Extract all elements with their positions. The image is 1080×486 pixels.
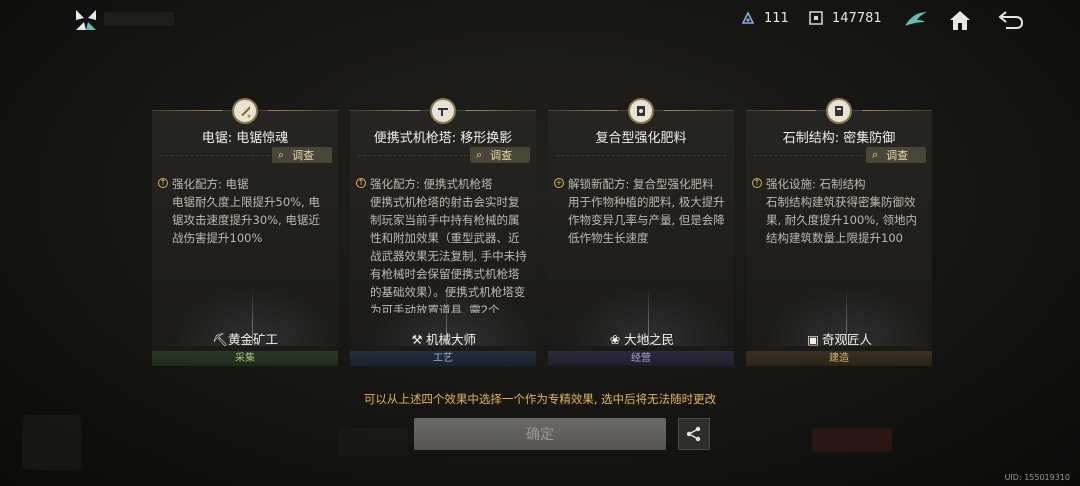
role-label: 黄金矿工 bbox=[227, 332, 278, 347]
role-name: ▣ 奇观匠人 bbox=[746, 329, 932, 348]
investigate-label: 调查 bbox=[490, 149, 513, 162]
pickaxe-icon: ⛏ bbox=[211, 331, 228, 347]
card-decoration bbox=[268, 110, 328, 111]
specialization-card[interactable]: 电锯: 电锯惊魂 ⌕ 调查 ↑ 强化配方: 电锯 电锯耐久度上限提升50%, 电锯… bbox=[152, 98, 338, 366]
specialization-card[interactable]: 复合型强化肥料 + 解锁新配方: 复合型强化肥料 用于作物种植的肥料, 极大提升… bbox=[548, 98, 734, 366]
faded-title bbox=[104, 12, 174, 26]
wing-emblem-icon[interactable] bbox=[903, 8, 929, 32]
specialization-card[interactable]: 便携式机枪塔: 移形换影 ⌕ 调查 ↑ 强化配方: 便携式机枪塔 便携式机枪塔的射… bbox=[350, 98, 536, 366]
wrench-icon: ⚒ bbox=[411, 331, 423, 347]
turret-icon bbox=[430, 98, 456, 124]
unlock-bullet-icon: + bbox=[554, 178, 564, 188]
confirm-button[interactable]: 确定 bbox=[414, 418, 666, 450]
search-icon: ⌕ bbox=[476, 148, 483, 161]
role-name: ⚒ 机械大师 bbox=[350, 329, 536, 348]
role-name: ❀ 大地之民 bbox=[548, 329, 734, 348]
bg-ghost-avatar bbox=[22, 415, 82, 470]
user-id: UID: 155019310 bbox=[1004, 473, 1070, 482]
coin-value: 147781 bbox=[832, 10, 882, 26]
card-title: 电锯: 电锯惊魂 bbox=[201, 131, 289, 146]
search-icon: ⌕ bbox=[872, 148, 879, 161]
specialization-card[interactable]: 石制结构: 密集防御 ⌕ 调查 ↑ 强化设施: 石制结构 石制结构建筑获得密集防御… bbox=[746, 98, 932, 366]
card-title: 便携式机枪塔: 移形换影 bbox=[373, 131, 513, 146]
investigate-label: 调查 bbox=[886, 149, 909, 162]
rune-value: 111 bbox=[764, 10, 789, 26]
card-decoration bbox=[162, 110, 222, 111]
card-decoration bbox=[558, 110, 618, 111]
back-icon[interactable] bbox=[998, 8, 1024, 32]
divider bbox=[556, 155, 726, 156]
card-decoration bbox=[466, 110, 526, 111]
rune-counter: 111 bbox=[740, 10, 789, 26]
category-label: 建造 bbox=[746, 351, 932, 366]
investigate-button[interactable]: ⌕ 调查 bbox=[272, 147, 332, 163]
stone-structure-icon bbox=[826, 98, 852, 124]
role-label: 大地之民 bbox=[623, 332, 674, 347]
card-title: 石制结构: 密集防御 bbox=[782, 131, 896, 146]
card-decoration bbox=[756, 110, 816, 111]
building-icon: ▣ bbox=[807, 331, 819, 347]
upgrade-bullet-icon: ↑ bbox=[158, 178, 168, 188]
role-name: ⛏ 黄金矿工 bbox=[152, 329, 338, 348]
coin-icon bbox=[809, 11, 823, 25]
share-button[interactable] bbox=[678, 418, 710, 450]
fertilizer-icon bbox=[628, 98, 654, 124]
selection-notice: 可以从上述四个效果中选择一个作为专精效果, 选中后将无法随时更改 bbox=[363, 392, 717, 406]
category-label: 工艺 bbox=[350, 351, 536, 366]
investigate-label: 调查 bbox=[292, 149, 315, 162]
bg-ghost-element bbox=[338, 428, 408, 456]
card-decoration bbox=[862, 110, 922, 111]
card-decoration bbox=[360, 110, 420, 111]
category-label: 经营 bbox=[548, 351, 734, 366]
rune-icon bbox=[741, 11, 755, 24]
bg-ghost-element bbox=[812, 428, 892, 452]
role-label: 机械大师 bbox=[425, 332, 476, 347]
top-bar: 111 147781 bbox=[0, 0, 1080, 40]
share-icon bbox=[686, 426, 701, 442]
category-label: 采集 bbox=[152, 351, 338, 366]
search-icon: ⌕ bbox=[278, 148, 285, 161]
coin-counter: 147781 bbox=[808, 10, 882, 26]
game-logo-icon bbox=[76, 10, 96, 30]
investigate-button[interactable]: ⌕ 调查 bbox=[470, 147, 530, 163]
role-label: 奇观匠人 bbox=[821, 332, 872, 347]
investigate-button[interactable]: ⌕ 调查 bbox=[866, 147, 926, 163]
home-icon[interactable] bbox=[947, 8, 973, 32]
chainsaw-icon bbox=[232, 98, 258, 124]
card-decoration bbox=[664, 110, 724, 111]
seed-icon: ❀ bbox=[609, 331, 621, 347]
card-title: 复合型强化肥料 bbox=[595, 131, 687, 146]
upgrade-bullet-icon: ↑ bbox=[752, 178, 762, 188]
upgrade-bullet-icon: ↑ bbox=[356, 178, 366, 188]
